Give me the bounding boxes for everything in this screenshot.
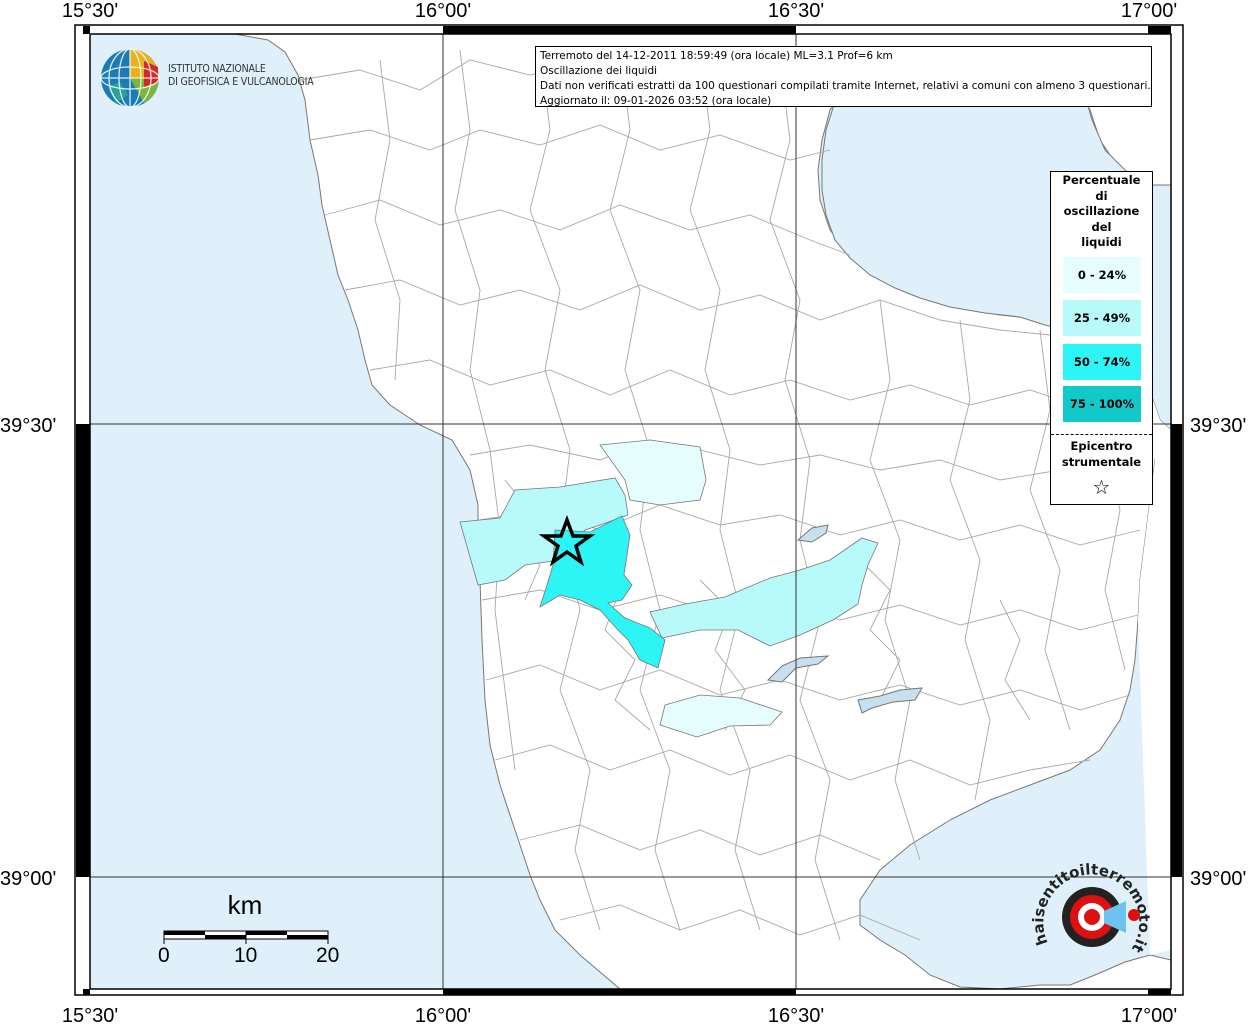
- legend-title: Percentuale di oscillazione del liquidi: [1062, 173, 1141, 249]
- lat-tick-label: 39°30': [0, 415, 56, 437]
- logo-line2: DI GEOFISICA E VULCANOLOGIA: [168, 76, 314, 88]
- event-title: Terremoto del 14-12-2011 18:59:49 (ora l…: [540, 50, 893, 62]
- scale-bar: km 0 10 20: [150, 890, 360, 980]
- lon-tick-label: 16°00': [415, 0, 471, 22]
- target-icon: haisentitoilterremoto.it www.: [1023, 841, 1154, 956]
- legend: Percentuale di oscillazione del liquidi …: [1050, 171, 1153, 505]
- update-timestamp: Aggiornato il: 09-01-2026 03:52 (ora loc…: [540, 95, 772, 107]
- lat-tick-label: 39°00': [0, 868, 56, 890]
- lat-tick-label: 39°30': [1190, 415, 1246, 437]
- data-note: Dati non verificati estratti da 100 ques…: [540, 80, 1151, 92]
- lat-tick-label: 39°00': [1190, 868, 1246, 890]
- event-info-box: Terremoto del 14-12-2011 18:59:49 (ora l…: [535, 46, 1152, 107]
- legend-divider: [1051, 434, 1152, 435]
- legend-swatch-0-24: 0 - 24%: [1063, 257, 1141, 293]
- map-subject: Oscillazione dei liquidi: [540, 65, 658, 77]
- legend-swatch-50-74: 50 - 74%: [1063, 344, 1141, 380]
- legend-epicenter-label: Epicentro strumentale: [1061, 439, 1142, 469]
- lon-tick-label: 16°00': [415, 1005, 471, 1024]
- lon-tick-label: 16°30': [768, 0, 824, 22]
- ingv-logo: ISTITUTO NAZIONALE DI GEOFISICA E VULCAN…: [100, 47, 340, 111]
- legend-swatch-25-49: 25 - 49%: [1063, 300, 1141, 336]
- lon-tick-label: 15°30': [62, 0, 118, 22]
- lon-tick-label: 17°00': [1121, 1005, 1177, 1024]
- scale-label: 10: [234, 944, 258, 967]
- logo-line1: ISTITUTO NAZIONALE: [168, 63, 266, 75]
- scale-label: 0: [158, 944, 170, 967]
- globe-icon: [100, 48, 160, 108]
- hsit-logo: haisentitoilterremoto.it www.: [1023, 841, 1154, 975]
- lon-tick-label: 15°30': [62, 1005, 118, 1024]
- scale-unit: km: [227, 890, 263, 920]
- lon-tick-label: 16°30': [768, 1005, 824, 1024]
- star-icon: ☆: [1092, 475, 1111, 499]
- lon-tick-label: 17°00': [1121, 0, 1177, 22]
- legend-swatch-75-100: 75 - 100%: [1063, 386, 1141, 422]
- scale-label: 20: [316, 944, 340, 967]
